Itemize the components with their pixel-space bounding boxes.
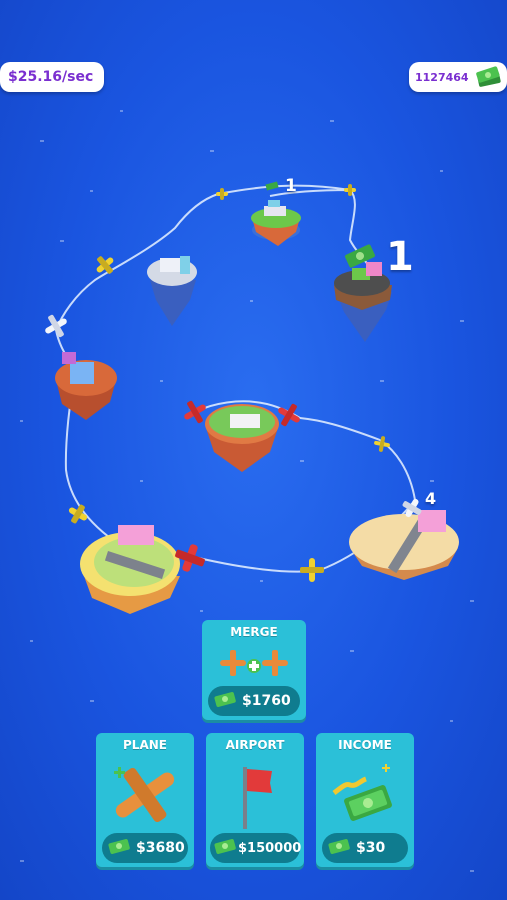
merge-button-title: MERGE — [230, 625, 278, 639]
airport-button[interactable]: AIRPORT $150000 — [206, 733, 304, 867]
merge-planes-icon — [206, 644, 302, 684]
island-top-left[interactable] — [147, 256, 197, 326]
route-level-bottom-right: 4 — [425, 489, 437, 508]
plane-button[interactable]: PLANE $3680 — [96, 733, 194, 867]
plane-icon — [100, 757, 190, 833]
airport-price-pill: $150000 — [210, 833, 302, 863]
plane-yellow-top-right — [344, 184, 356, 196]
island-bottom-right[interactable] — [349, 510, 459, 580]
cash-icon — [214, 837, 236, 859]
cash-pickup-top — [265, 181, 279, 191]
route-level-top: 1 — [285, 176, 297, 196]
airport-button-title: AIRPORT — [225, 738, 285, 752]
merge-price: $1760 — [242, 693, 291, 709]
income-rate-text: $25.16/sec — [8, 69, 94, 85]
income-price: $30 — [356, 840, 386, 856]
island-left[interactable] — [55, 352, 117, 420]
balance-display: 1127464 — [409, 62, 507, 92]
cash-stack-icon — [475, 65, 503, 90]
red-flag-icon — [210, 757, 300, 833]
plane-button-title: PLANE — [123, 738, 167, 752]
island-right[interactable] — [334, 262, 392, 342]
island-top[interactable] — [251, 200, 301, 246]
plane-white-left — [45, 314, 67, 338]
island-bottom-left[interactable] — [80, 525, 180, 614]
cash-icon — [328, 837, 350, 859]
airport-price: $150000 — [238, 840, 302, 856]
income-price-pill: $30 — [322, 833, 408, 863]
plane-price-pill: $3680 — [102, 833, 188, 863]
income-rate-display: $25.16/sec — [0, 62, 104, 92]
income-cash-icon — [320, 757, 410, 833]
plane-yellow-top — [216, 188, 228, 200]
merge-button[interactable]: MERGE $1760 — [202, 620, 306, 720]
merge-price-pill: $1760 — [208, 686, 300, 716]
income-button[interactable]: INCOME $30 — [316, 733, 414, 867]
island-center[interactable] — [205, 404, 279, 472]
cash-icon — [108, 837, 130, 859]
balance-text: 1127464 — [415, 70, 469, 84]
plane-price: $3680 — [136, 840, 185, 856]
cash-icon — [214, 690, 236, 712]
plane-yellow-bottom — [300, 558, 324, 582]
income-button-title: INCOME — [338, 738, 392, 752]
route-level-right: 1 — [386, 234, 414, 280]
